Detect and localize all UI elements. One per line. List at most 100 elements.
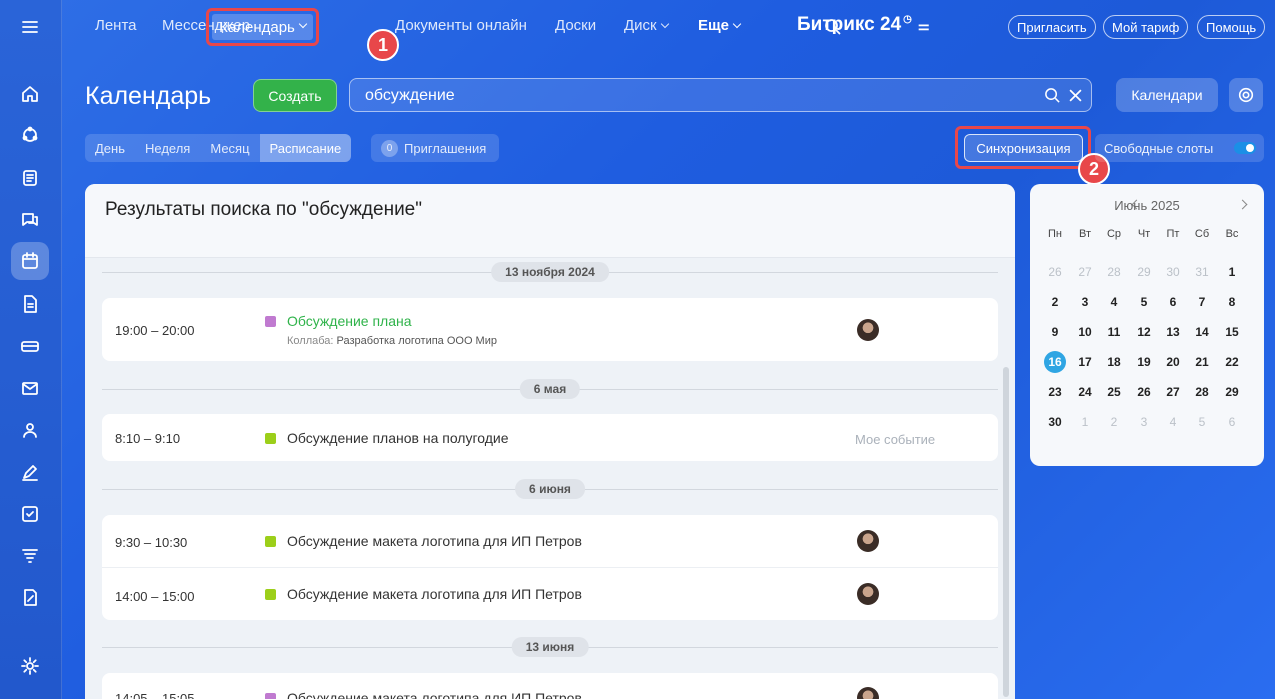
drive-icon[interactable] bbox=[11, 327, 49, 365]
event-row[interactable]: 19:00 – 20:00 Обсуждение плана Коллаба: … bbox=[102, 298, 998, 361]
calendar-day[interactable]: 28 bbox=[1190, 381, 1214, 403]
event-title[interactable]: Обсуждение макета логотипа для ИП Петров bbox=[287, 533, 582, 549]
calendar-day[interactable]: 1 bbox=[1220, 261, 1244, 283]
create-button[interactable]: Создать bbox=[253, 79, 337, 112]
event-sub-value[interactable]: Разработка логотипа ООО Мир bbox=[337, 335, 497, 347]
calendar-day[interactable]: 13 bbox=[1161, 321, 1185, 343]
tab-schedule[interactable]: Расписание bbox=[259, 134, 352, 162]
gear-icon[interactable] bbox=[11, 647, 49, 685]
chat-icon[interactable] bbox=[11, 201, 49, 239]
search-input[interactable] bbox=[365, 86, 965, 106]
avatar[interactable] bbox=[857, 530, 879, 552]
calendar-day[interactable]: 12 bbox=[1132, 321, 1156, 343]
event-row[interactable]: 9:30 – 10:30 Обсуждение макета логотипа … bbox=[102, 515, 998, 567]
edit-doc-icon[interactable] bbox=[11, 579, 49, 617]
event-row[interactable]: 14:05 – 15:05 Обсуждение макета логотипа… bbox=[102, 673, 998, 699]
sync-button[interactable]: Синхронизация bbox=[964, 134, 1083, 162]
avatar[interactable] bbox=[857, 583, 879, 605]
calendar-day[interactable]: 27 bbox=[1073, 261, 1097, 283]
avatar[interactable] bbox=[857, 319, 879, 341]
calendar-day[interactable]: 24 bbox=[1073, 381, 1097, 403]
calendar-day[interactable]: 19 bbox=[1132, 351, 1156, 373]
calendar-day[interactable]: 25 bbox=[1102, 381, 1126, 403]
filter-icon[interactable] bbox=[11, 537, 49, 575]
calendar-day[interactable]: 6 bbox=[1220, 411, 1244, 433]
calendar-day[interactable]: 21 bbox=[1190, 351, 1214, 373]
clear-icon[interactable] bbox=[1069, 89, 1082, 102]
tab-week[interactable]: Неделя bbox=[135, 134, 200, 162]
calendar-day[interactable]: 10 bbox=[1073, 321, 1097, 343]
calendar-day[interactable]: 8 bbox=[1220, 291, 1244, 313]
calendar-day[interactable]: 22 bbox=[1220, 351, 1244, 373]
nav-disk[interactable]: Диск bbox=[624, 17, 669, 34]
calendar-day[interactable]: 23 bbox=[1043, 381, 1067, 403]
calendar-day[interactable]: 17 bbox=[1073, 351, 1097, 373]
avatar[interactable] bbox=[857, 687, 879, 699]
calendars-button[interactable]: Календари bbox=[1116, 78, 1218, 112]
calendar-day[interactable]: 2 bbox=[1102, 411, 1126, 433]
calendar-icon[interactable] bbox=[11, 242, 49, 280]
search-box[interactable] bbox=[349, 78, 1092, 112]
feed-icon[interactable] bbox=[11, 159, 49, 197]
calendar-day[interactable]: 30 bbox=[1043, 411, 1067, 433]
weekday-label: Вт bbox=[1078, 228, 1091, 240]
calendar-day[interactable]: 29 bbox=[1132, 261, 1156, 283]
calendar-day[interactable]: 9 bbox=[1043, 321, 1067, 343]
scrollbar[interactable] bbox=[1003, 367, 1009, 697]
calendar-day[interactable]: 31 bbox=[1190, 261, 1214, 283]
calendar-day[interactable]: 4 bbox=[1161, 411, 1185, 433]
event-title[interactable]: Обсуждение планов на полугодие bbox=[287, 430, 509, 446]
event-title[interactable]: Обсуждение макета логотипа для ИП Петров bbox=[287, 586, 582, 602]
help-button[interactable]: Помощь bbox=[1197, 15, 1266, 39]
calendar-day[interactable]: 14 bbox=[1190, 321, 1214, 343]
nav-calendar-highlight[interactable]: Календарь bbox=[206, 8, 319, 46]
calendar-day-today[interactable]: 16 bbox=[1044, 351, 1066, 373]
tab-month[interactable]: Месяц bbox=[200, 134, 259, 162]
calendar-day[interactable]: 15 bbox=[1220, 321, 1244, 343]
tariff-button[interactable]: Мой тариф bbox=[1103, 15, 1189, 39]
calendar-day[interactable]: 29 bbox=[1220, 381, 1244, 403]
event-row[interactable]: 8:10 – 9:10 Обсуждение планов на полугод… bbox=[102, 414, 998, 461]
calendar-day[interactable]: 11 bbox=[1102, 321, 1126, 343]
calendar-day[interactable]: 7 bbox=[1190, 291, 1214, 313]
document-icon[interactable] bbox=[11, 285, 49, 323]
toggle-switch[interactable] bbox=[1234, 142, 1256, 154]
calendar-day[interactable]: 2 bbox=[1043, 291, 1067, 313]
nav-more[interactable]: Еще bbox=[698, 17, 742, 34]
menu-icon[interactable] bbox=[11, 8, 49, 46]
calendar-day[interactable]: 4 bbox=[1102, 291, 1126, 313]
calendar-day[interactable]: 28 bbox=[1102, 261, 1126, 283]
nav-documents[interactable]: Документы онлайн bbox=[395, 17, 527, 34]
invitations-button[interactable]: 0 Приглашения bbox=[371, 134, 499, 162]
calendar-day[interactable]: 18 bbox=[1102, 351, 1126, 373]
tab-day[interactable]: День bbox=[85, 134, 135, 162]
calendar-day[interactable]: 5 bbox=[1132, 291, 1156, 313]
calendar-day[interactable]: 3 bbox=[1073, 291, 1097, 313]
tasks-icon[interactable] bbox=[11, 495, 49, 533]
sign-icon[interactable] bbox=[11, 453, 49, 491]
nav-boards[interactable]: Доски bbox=[555, 17, 596, 34]
free-slots-toggle[interactable]: Свободные слоты bbox=[1095, 134, 1264, 162]
event-title[interactable]: Обсуждение макета логотипа для ИП Петров bbox=[287, 690, 582, 699]
event-row[interactable]: 14:00 – 15:00 Обсуждение макета логотипа… bbox=[102, 567, 998, 619]
calendar-day[interactable]: 26 bbox=[1043, 261, 1067, 283]
collab-icon[interactable] bbox=[11, 116, 49, 154]
calendar-day[interactable]: 30 bbox=[1161, 261, 1185, 283]
nav-feed[interactable]: Лента bbox=[95, 17, 137, 34]
calendar-day[interactable]: 1 bbox=[1073, 411, 1097, 433]
search-icon[interactable] bbox=[1044, 87, 1061, 104]
calendar-day[interactable]: 26 bbox=[1132, 381, 1156, 403]
home-icon[interactable] bbox=[11, 75, 49, 113]
calendar-day[interactable]: 20 bbox=[1161, 351, 1185, 373]
event-title[interactable]: Обсуждение плана bbox=[287, 313, 412, 329]
calendar-day[interactable]: 3 bbox=[1132, 411, 1156, 433]
contacts-icon[interactable] bbox=[11, 411, 49, 449]
brand-logo[interactable]: Битрикс 24 ◷ ⚌ bbox=[797, 14, 930, 36]
settings-button[interactable] bbox=[1229, 78, 1263, 112]
calendar-day[interactable]: 6 bbox=[1161, 291, 1185, 313]
calendar-day[interactable]: 5 bbox=[1190, 411, 1214, 433]
mail-icon[interactable] bbox=[11, 369, 49, 407]
calendar-day[interactable]: 27 bbox=[1161, 381, 1185, 403]
nav-calendar[interactable]: Календарь bbox=[212, 14, 313, 40]
invite-button[interactable]: Пригласить bbox=[1008, 15, 1096, 39]
